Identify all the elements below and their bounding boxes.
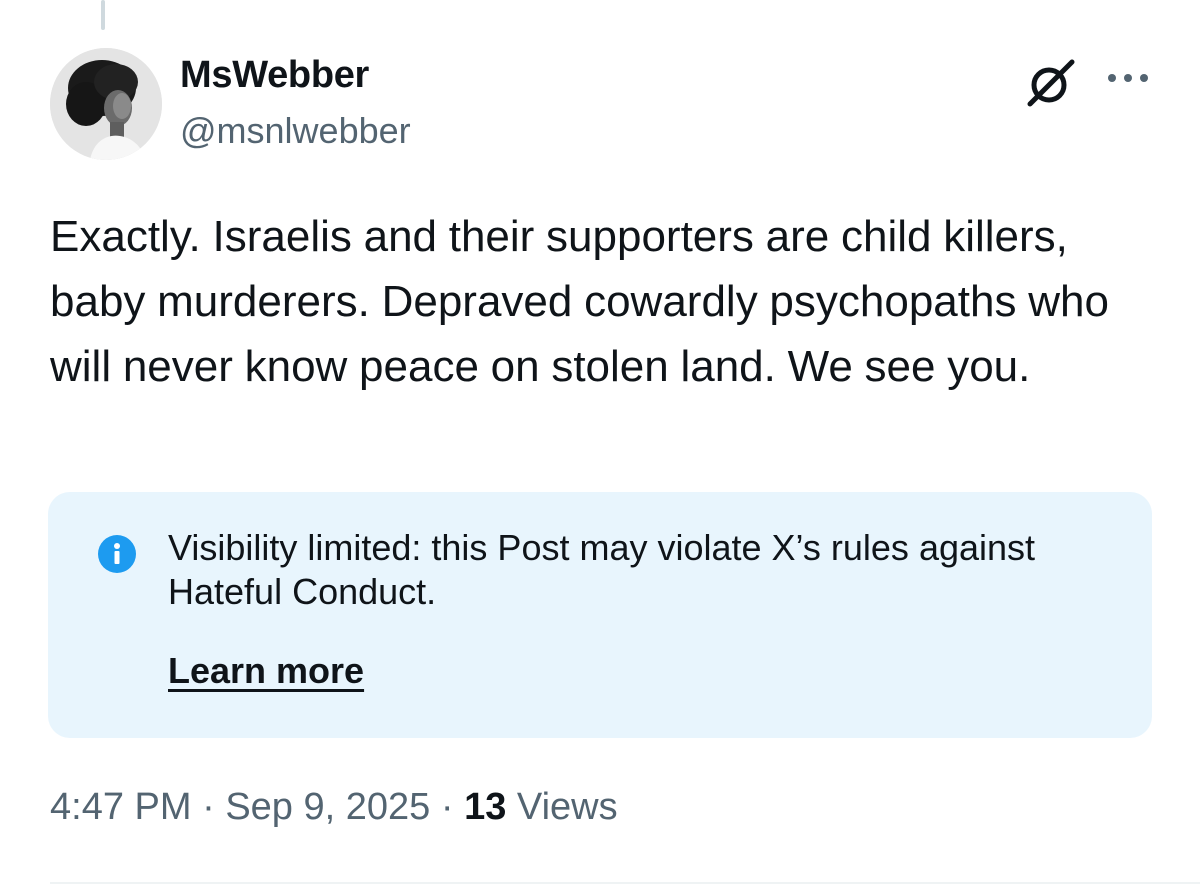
grok-icon[interactable] — [1022, 58, 1082, 108]
views-label: Views — [516, 786, 618, 828]
author-handle[interactable]: @msnlwebber — [180, 110, 411, 152]
avatar-image — [50, 48, 162, 160]
visibility-notice-text: Visibility limited: this Post may violat… — [168, 527, 1036, 612]
post-time[interactable]: 4:47 PM — [50, 786, 192, 828]
avatar[interactable] — [50, 48, 162, 160]
views-count: 13 — [464, 786, 507, 828]
visibility-notice: Visibility limited: this Post may violat… — [48, 492, 1152, 738]
more-options-icon[interactable] — [1102, 66, 1158, 90]
info-icon — [98, 535, 136, 573]
divider — [50, 882, 1200, 884]
post-text: Exactly. Israelis and their supporters a… — [50, 212, 1109, 391]
meta-separator: · — [202, 786, 215, 828]
post-metadata: 4:47 PM · Sep 9, 2025 · 13 Views — [50, 786, 618, 829]
thread-connector-line — [101, 0, 105, 30]
learn-more-link[interactable]: Learn more — [168, 650, 364, 692]
meta-separator: · — [440, 786, 454, 828]
post-date[interactable]: Sep 9, 2025 — [225, 786, 430, 828]
author-display-name[interactable]: MsWebber — [180, 54, 369, 97]
